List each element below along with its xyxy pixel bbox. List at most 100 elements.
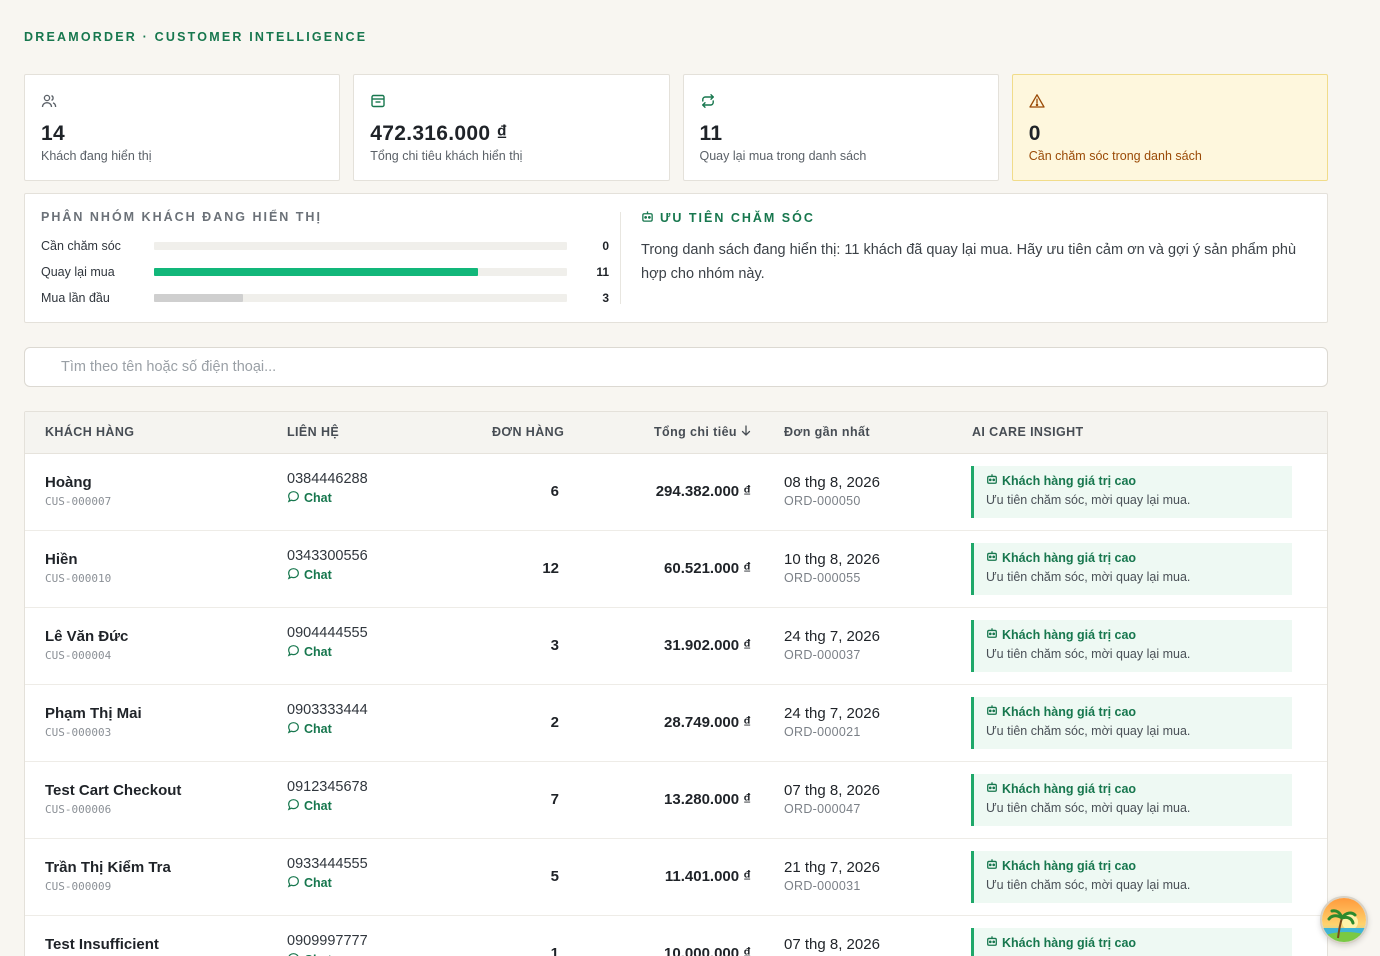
search-input[interactable] [25,348,1327,386]
chat-link[interactable]: Chat [287,798,368,814]
column-header-customer[interactable]: KHÁCH HÀNG [45,425,134,439]
chat-link[interactable]: Chat [287,952,368,956]
phone-number: 0933444555 [287,856,368,872]
total-spend: 11.401.000 ₫ [664,868,751,885]
table-row[interactable]: Phạm Thị Mai CUS-000003 0903333444 Chat 2 28.… [25,685,1327,762]
customer-name[interactable]: Test Insufficient [45,936,159,953]
robot-icon [986,627,998,642]
segment-breakdown: PHÂN NHÓM KHÁCH ĐANG HIỂN THỊ Cần chăm s… [41,210,609,305]
total-spend: 294.382.000 ₫ [655,483,751,500]
ai-insight-text: Ưu tiên chăm sóc, mời quay lại mua. [986,878,1191,892]
last-order-date: 07 thg 8, 2026 [784,936,880,953]
chat-link[interactable]: Chat [287,644,368,660]
ai-insight-title: Khách hàng giá trị cao [1002,473,1137,488]
last-order-cell: 07 thg 8, 2026 ORD-000047 [784,782,880,816]
last-order-cell: 07 thg 8, 2026 [784,936,880,956]
segment-count: 11 [596,265,609,279]
order-count: 7 [550,791,559,808]
phone-number: 0912345678 [287,779,368,795]
ai-insight-text: Ưu tiên chăm sóc, mời quay lại mua. [986,493,1191,507]
ai-insight-title: Khách hàng giá trị cao [1002,781,1137,796]
contact-cell: 0384446288 Chat [287,471,368,506]
total-spend: 10.000.000 ₫ [664,945,751,956]
table-body: Hoàng CUS-000007 0384446288 Chat 6 294.382.00… [25,454,1327,956]
customer-name[interactable]: Lê Văn Đức [45,628,128,645]
total-spend: 28.749.000 ₫ [664,714,751,731]
segment-count: 3 [602,291,609,305]
table-row[interactable]: Test Insufficient 0909997777 Chat 1 10.000.0… [25,916,1327,956]
last-order-cell: 10 thg 8, 2026 ORD-000055 [784,551,880,585]
customer-cell: Trần Thị Kiểm Tra CUS-000009 [45,859,171,893]
table-row[interactable]: Test Cart Checkout CUS-000006 0912345678 Ch… [25,762,1327,839]
brand-title: DREAMORDER · CUSTOMER INTELLIGENCE [24,30,368,44]
segment-row: Quay lại mua 11 [41,264,609,280]
chat-bubble-icon [287,798,300,814]
customer-name[interactable]: Hiền [45,551,111,568]
customer-id: CUS-000004 [45,649,112,662]
table-row[interactable]: Lê Văn Đức CUS-000004 0904444555 Chat 3 31.90… [25,608,1327,685]
phone-number: 0384446288 [287,471,368,487]
contact-cell: 0909997777 Chat [287,933,368,956]
segment-bar [154,268,479,276]
wallet-icon [370,93,652,109]
segment-title: PHÂN NHÓM KHÁCH ĐANG HIỂN THỊ [41,210,322,224]
order-count: 2 [550,714,559,731]
segment-row: Cần chăm sóc 0 [41,238,609,254]
chat-link[interactable]: Chat [287,875,368,891]
stats-row: 14 Khách đang hiển thị 472.316.000 ₫ Tổn… [24,74,1328,181]
contact-cell: 0903333444 Chat [287,702,368,737]
chat-bubble-icon [287,490,300,506]
chat-label: Chat [304,876,332,890]
table-header: KHÁCH HÀNG LIÊN HỆ ĐƠN HÀNG Tổng chi tiê… [25,412,1327,454]
customer-name[interactable]: Trần Thị Kiểm Tra [45,859,171,876]
customer-name[interactable]: Hoàng [45,474,111,491]
last-order-date: 24 thg 7, 2026 [784,628,880,645]
segment-bar [154,294,243,302]
chat-bubble-icon [287,644,300,660]
assistant-avatar-button[interactable] [1320,896,1368,944]
ai-insight-card: Khách hàng giá trị cao Ưu tiên chăm sóc, … [971,466,1292,518]
chat-link[interactable]: Chat [287,490,368,506]
robot-icon [641,210,654,226]
segment-count: 0 [602,239,609,253]
column-header-spend[interactable]: Tổng chi tiêu [654,425,751,439]
stat-value: 0 [1028,122,1041,145]
table-row[interactable]: Hoàng CUS-000007 0384446288 Chat 6 294.382.00… [25,454,1327,531]
stat-label: Tổng chi tiêu khách hiển thị [370,149,523,163]
customer-name[interactable]: Phạm Thị Mai [45,705,142,722]
warning-icon [1029,93,1311,109]
ai-insight-title: Khách hàng giá trị cao [1002,858,1137,873]
chat-link[interactable]: Chat [287,721,368,737]
last-order-date: 24 thg 7, 2026 [784,705,880,722]
priority-text: Trong danh sách đang hiển thị: 11 khách … [641,242,1297,282]
panel-divider [620,212,621,304]
table-row[interactable]: Hiền CUS-000010 0343300556 Chat 12 60.521.000… [25,531,1327,608]
last-order-id: ORD-000021 [784,725,861,739]
last-order-id: ORD-000055 [784,571,861,585]
customer-id: CUS-000003 [45,726,112,739]
ai-insight-title: Khách hàng giá trị cao [1002,935,1137,950]
robot-icon [986,858,998,873]
robot-icon [986,473,998,488]
segment-panel: PHÂN NHÓM KHÁCH ĐANG HIỂN THỊ Cần chăm s… [24,193,1328,323]
last-order-date: 07 thg 8, 2026 [784,782,880,799]
table-row[interactable]: Trần Thị Kiểm Tra CUS-000009 0933444555 Cha… [25,839,1327,916]
ai-insight-card: Khách hàng giá trị cao Ưu tiên chăm sóc, … [971,543,1292,595]
column-header-orders[interactable]: ĐƠN HÀNG [492,425,564,439]
sort-down-icon [741,425,751,439]
ai-insight-title: Khách hàng giá trị cao [1002,704,1137,719]
customer-name[interactable]: Test Cart Checkout [45,782,181,799]
column-header-last-order[interactable]: Đơn gần nhất [784,425,870,439]
chat-label: Chat [304,799,332,813]
stat-value: 11 [699,122,723,145]
search-box[interactable] [24,347,1328,387]
total-spend: 31.902.000 ₫ [664,637,751,654]
stat-value: 14 [41,122,65,145]
phone-number: 0343300556 [287,548,368,564]
last-order-id: ORD-000031 [784,879,861,893]
stat-label: Khách đang hiển thị [41,149,152,163]
column-header-spend-label: Tổng chi tiêu [654,425,737,439]
chat-label: Chat [304,568,332,582]
column-header-contact[interactable]: LIÊN HỆ [287,425,339,439]
chat-link[interactable]: Chat [287,567,368,583]
